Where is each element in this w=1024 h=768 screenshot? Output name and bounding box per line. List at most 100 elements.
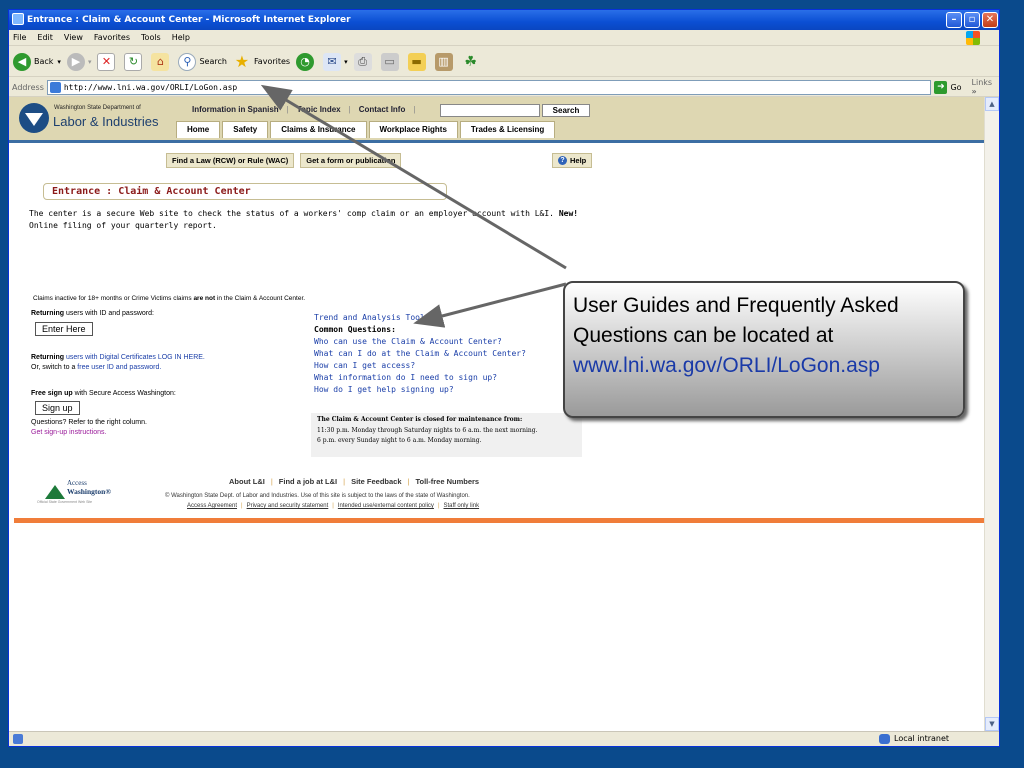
mail-button[interactable]: ✉ ▾	[323, 52, 348, 71]
separator: |	[332, 503, 334, 509]
footer-about-link[interactable]: About L&I	[229, 477, 265, 486]
tab-safety[interactable]: Safety	[222, 121, 269, 138]
intranet-globe-icon	[879, 734, 890, 744]
help-icon: ?	[558, 156, 567, 165]
trend-link[interactable]: Trend and Analysis Tools	[314, 313, 430, 322]
address-input[interactable]: http://www.lni.wa.gov/ORLI/LoGon.asp	[46, 79, 931, 95]
minimize-button[interactable]: –	[946, 12, 962, 28]
link-spanish[interactable]: Information in Spanish	[192, 105, 279, 114]
site-name[interactable]: Labor & Industries	[53, 114, 159, 129]
separator: |	[348, 105, 351, 114]
scroll-down-icon[interactable]: ▼	[985, 717, 999, 731]
footer-copyright: © Washington State Dept. of Labor and In…	[165, 493, 470, 499]
free-id-link[interactable]: free user ID and password.	[77, 364, 161, 371]
menu-favorites[interactable]: Favorites	[94, 33, 130, 42]
policy-link[interactable]: Staff only link	[444, 503, 480, 509]
back-button[interactable]: ◀ Back ▾	[13, 52, 61, 71]
search-label: Search	[199, 57, 227, 66]
nav-tabs: Home Safety Claims & Insurance Workplace…	[176, 121, 557, 138]
question-link[interactable]: Who can use the Claim & Account Center?	[314, 337, 502, 346]
menu-tools[interactable]: Tools	[141, 33, 161, 42]
li-logo-icon[interactable]	[19, 103, 49, 133]
footer-tollfree-link[interactable]: Toll-free Numbers	[415, 477, 479, 486]
menu-view[interactable]: View	[64, 33, 83, 42]
mountain-icon	[45, 485, 65, 499]
enter-here-button[interactable]: Enter Here	[35, 322, 93, 336]
go-button[interactable]: ➜ Go	[934, 80, 962, 94]
maintenance-title: The Claim & Account Center is closed for…	[317, 416, 523, 423]
title-bar: Entrance : Claim & Account Center - Micr…	[9, 10, 999, 30]
menu-edit[interactable]: Edit	[37, 33, 53, 42]
refresh-button[interactable]: ↻	[124, 52, 145, 71]
links-chevron-icon[interactable]: »	[972, 87, 977, 96]
tab-workplace-rights[interactable]: Workplace Rights	[368, 121, 458, 138]
done-page-icon	[13, 734, 23, 744]
get-form-button[interactable]: Get a form or publication	[300, 153, 402, 168]
edit-button[interactable]: ▭	[380, 52, 402, 71]
tab-claims-insurance[interactable]: Claims & Insurance	[270, 121, 367, 138]
find-law-button[interactable]: Find a Law (RCW) or Rule (WAC)	[166, 153, 295, 168]
back-dropdown-icon[interactable]: ▾	[57, 58, 61, 66]
edit-icon: ▭	[380, 52, 399, 71]
signup-instructions-link[interactable]: Get sign-up instructions.	[31, 429, 106, 436]
links-toolbar[interactable]: Links »	[972, 78, 999, 96]
question-link[interactable]: What information do I need to sign up?	[314, 373, 497, 382]
menu-file[interactable]: File	[13, 33, 26, 42]
forward-button[interactable]: ▶ ▾	[66, 52, 92, 71]
back-arrow-icon: ◀	[13, 52, 31, 71]
cert-login-link[interactable]: users with Digital Certificates LOG IN H…	[64, 354, 205, 361]
favorites-button[interactable]: ★ Favorites	[233, 52, 291, 71]
mail-dropdown-icon[interactable]: ▾	[344, 58, 348, 66]
status-bar: Local intranet	[9, 731, 999, 746]
stop-icon: ✕	[97, 52, 116, 71]
history-button[interactable]: ◔	[296, 52, 317, 71]
help-button[interactable]: ? Help	[552, 153, 593, 168]
question-link[interactable]: How can I get access?	[314, 361, 415, 370]
question-link[interactable]: How do I get help signing up?	[314, 385, 454, 394]
site-search-input[interactable]	[440, 104, 540, 117]
toolbar: ◀ Back ▾ ▶ ▾ ✕ ↻ ⌂ ⚲ Search ★ Favorites …	[9, 47, 999, 77]
sign-up-button[interactable]: Sign up	[35, 401, 80, 415]
print-button[interactable]: ⎙	[353, 52, 375, 71]
forward-arrow-icon: ▶	[66, 52, 85, 71]
forward-dropdown-icon[interactable]: ▾	[88, 58, 92, 66]
question-link[interactable]: What can I do at the Claim & Account Cen…	[314, 349, 526, 358]
footer-job-link[interactable]: Find a job at L&I	[279, 477, 337, 486]
footer-feedback-link[interactable]: Site Feedback	[351, 477, 401, 486]
vertical-scrollbar[interactable]: ▲ ▼	[984, 97, 999, 731]
home-button[interactable]: ⌂	[151, 52, 172, 71]
policy-link[interactable]: Intended use/external content policy	[338, 503, 434, 509]
stop-button[interactable]: ✕	[97, 52, 118, 71]
tab-trades-licensing[interactable]: Trades & Licensing	[459, 121, 556, 138]
refresh-icon: ↻	[124, 52, 143, 71]
favorites-label: Favorites	[253, 57, 291, 66]
close-button[interactable]: ✕	[982, 12, 998, 28]
callout-box: User Guides and Frequently Asked Questio…	[563, 281, 965, 418]
policy-link[interactable]: Privacy and security statement	[247, 503, 329, 509]
history-icon: ◔	[296, 52, 315, 71]
top-links: Information in Spanish | Topic Index | C…	[192, 105, 423, 114]
maximize-button[interactable]: ▫	[964, 12, 980, 28]
site-search-button[interactable]: Search	[542, 104, 590, 117]
maintenance-line: 6 p.m. every Sunday night to 6 a.m. Mond…	[317, 437, 482, 444]
scroll-up-icon[interactable]: ▲	[985, 97, 999, 111]
policy-link[interactable]: Access Agreement	[187, 503, 237, 509]
tab-home[interactable]: Home	[176, 121, 221, 138]
maintenance-line: 11:30 p.m. Monday through Saturday night…	[317, 427, 538, 434]
messenger-button[interactable]: ☘	[462, 53, 483, 71]
link-contact-info[interactable]: Contact Info	[359, 105, 406, 114]
page-icon	[49, 81, 61, 93]
switch-line: Or, switch to a free user ID and passwor…	[31, 364, 161, 371]
inactive-note: Claims inactive for 18+ months or Crime …	[33, 295, 305, 302]
dept-label: Washington State Department of	[54, 105, 141, 111]
search-button[interactable]: ⚲ Search	[178, 52, 227, 71]
link-topic-index[interactable]: Topic Index	[297, 105, 341, 114]
back-label: Back	[34, 57, 54, 66]
menu-help[interactable]: Help	[172, 33, 190, 42]
free-signup-line: Free sign up with Secure Access Washingt…	[31, 390, 176, 397]
folder-button[interactable]: ▬	[407, 52, 429, 71]
research-button[interactable]: ▥	[434, 52, 456, 71]
maintenance-box: The Claim & Account Center is closed for…	[311, 413, 582, 457]
books-icon: ▥	[434, 52, 453, 71]
access-washington-logo[interactable]: Access Washington® Official State Govern…	[37, 479, 127, 509]
